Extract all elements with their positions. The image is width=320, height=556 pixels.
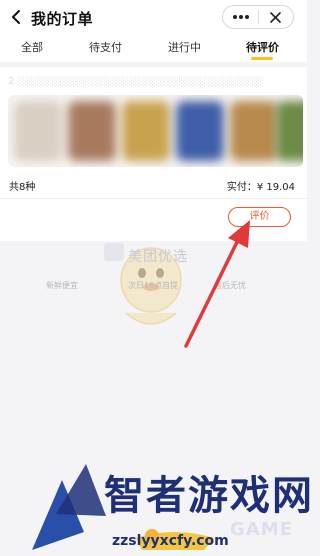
chevron-left-icon[interactable] <box>10 9 22 25</box>
close-icon[interactable] <box>269 11 282 24</box>
capsule-divider <box>258 10 259 24</box>
mini-program-capsule <box>222 5 294 29</box>
goods-thumbnail <box>230 101 278 161</box>
order-card[interactable]: 2 ░░░░░░░░░░░░░░░░░░░░░░░░░░░░░░░░ 共8种 实… <box>0 67 307 241</box>
site-domain: zzslyyxcfy.com <box>112 533 229 549</box>
goods-thumbnail <box>122 101 170 161</box>
active-tab-indicator <box>251 57 273 60</box>
goods-thumbnails[interactable] <box>8 95 303 167</box>
tab-all[interactable]: 全部 <box>21 39 43 55</box>
top-bar: 我的订单 <box>0 0 307 34</box>
site-game-text: GAME <box>230 519 293 540</box>
goods-thumbnail <box>14 101 62 161</box>
paid-amount: 实付：¥ 19.04 <box>226 182 295 193</box>
item-count: 共8种 <box>9 182 36 193</box>
page-title: 我的订单 <box>31 10 94 28</box>
order-header-blurred: 2 ░░░░░░░░░░░░░░░░░░░░░░░░░░░░░░░░ <box>8 76 264 87</box>
tab-in-progress[interactable]: 进行中 <box>168 39 201 55</box>
tab-pending-review[interactable]: 待评价 <box>246 39 279 55</box>
goods-thumbnail <box>176 101 224 161</box>
goods-thumbnail <box>68 101 116 161</box>
badge-fresh: 新鲜便宜 <box>46 281 78 290</box>
tab-pending-payment[interactable]: 待支付 <box>89 39 122 55</box>
card-divider <box>0 198 307 199</box>
goods-thumbnail <box>276 101 303 161</box>
red-arrow-icon <box>184 220 250 348</box>
more-horizontal-icon[interactable] <box>231 11 251 23</box>
badge-pickup: 次日16点自提 <box>128 281 179 290</box>
site-name: 智者游戏网 <box>104 473 314 519</box>
